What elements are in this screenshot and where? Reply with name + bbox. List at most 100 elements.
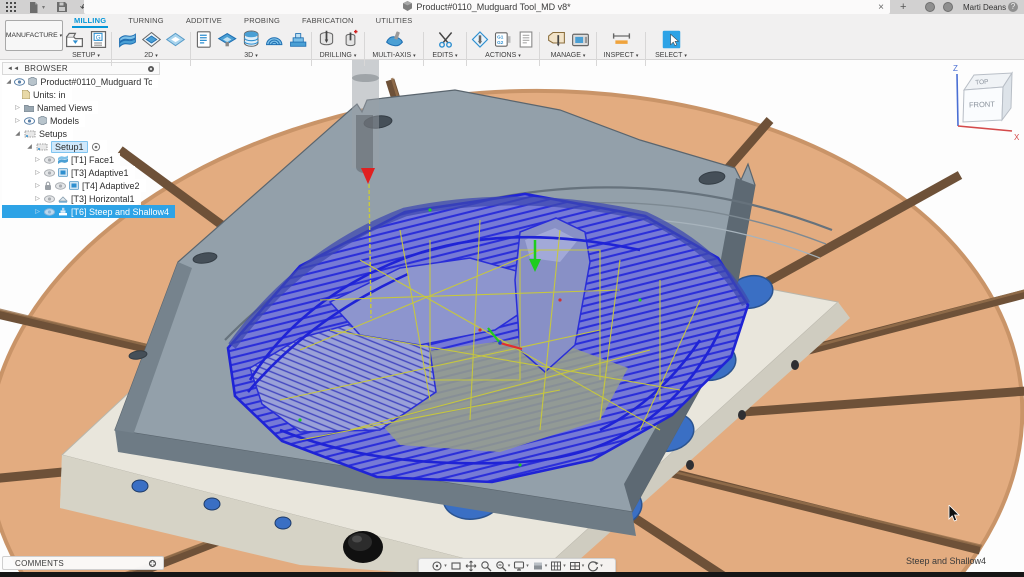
tree-item-models[interactable]: ▷ Models bbox=[2, 114, 86, 127]
fit-button[interactable] bbox=[449, 559, 463, 573]
new-setup-icon[interactable] bbox=[64, 29, 85, 50]
job-status-icon[interactable] bbox=[925, 2, 935, 12]
lock-icon bbox=[45, 181, 51, 190]
tab-utilities[interactable]: UTILITIES bbox=[374, 16, 415, 28]
group-label-multi-axis[interactable]: MULTI-AXIS ▾ bbox=[368, 52, 420, 59]
contour-3d-icon[interactable] bbox=[241, 29, 261, 50]
select-icon[interactable] bbox=[661, 29, 682, 50]
workspace-selector[interactable]: MANUFACTURE ▾ bbox=[5, 20, 63, 51]
save-icon[interactable] bbox=[55, 1, 68, 13]
browser-options-icon[interactable] bbox=[147, 65, 155, 73]
ribbon-tabs: MILLING TURNING ADDITIVE PROBING FABRICA… bbox=[72, 16, 414, 28]
face-milling-icon[interactable] bbox=[117, 29, 138, 50]
visual-style-button[interactable]: ▾ bbox=[531, 559, 549, 573]
x-axis-label: X bbox=[1014, 133, 1020, 142]
help-icon[interactable]: ? bbox=[1008, 2, 1018, 12]
pan-button[interactable] bbox=[464, 559, 478, 573]
tree-item-face1[interactable]: ▷ [T1] Face1 bbox=[2, 153, 121, 166]
visibility-eye-off-icon[interactable] bbox=[44, 207, 55, 216]
view-cube-top-label: TOP bbox=[975, 79, 989, 87]
x-axis-line bbox=[957, 125, 1013, 132]
tool-library-icon[interactable] bbox=[546, 29, 567, 50]
tree-item-units[interactable]: Units: in bbox=[2, 88, 72, 101]
tab-milling[interactable]: MILLING bbox=[72, 16, 109, 28]
tree-item-label: [T6] Steep and Shallow4 bbox=[71, 206, 170, 217]
machine-icon[interactable] bbox=[570, 29, 591, 50]
visibility-eye-icon[interactable] bbox=[14, 77, 26, 86]
tree-item-label: Product#0110_Mudguard Tool_MD... bbox=[40, 76, 152, 87]
tab-additive[interactable]: ADDITIVE bbox=[184, 16, 224, 28]
view-cube[interactable]: Z X TOP FRONT bbox=[944, 62, 1022, 144]
setup-sheet-icon[interactable] bbox=[516, 29, 536, 50]
group-label-inspect[interactable]: INSPECT ▾ bbox=[600, 52, 642, 59]
adaptive-clearing-icon[interactable] bbox=[194, 29, 214, 50]
visibility-eye-off-icon[interactable] bbox=[55, 181, 66, 190]
visibility-eye-off-icon[interactable] bbox=[44, 155, 55, 164]
viewports-button[interactable]: ▾ bbox=[568, 559, 586, 573]
notifications-icon[interactable] bbox=[943, 2, 953, 12]
user-name[interactable]: Marti Deans bbox=[963, 0, 1006, 14]
tree-item-adaptive2[interactable]: ▷ [T4] Adaptive2 bbox=[2, 179, 146, 192]
group-label-setup[interactable]: SETUP ▾ bbox=[63, 52, 109, 59]
edits-scissors-icon[interactable] bbox=[435, 29, 456, 50]
tree-item-named-views[interactable]: ▷ Named Views bbox=[2, 101, 99, 114]
visibility-eye-off-icon[interactable] bbox=[44, 168, 55, 177]
setup-icon bbox=[36, 143, 48, 151]
inspect-measure-icon[interactable] bbox=[611, 29, 632, 50]
active-operation-label: Steep and Shallow4 bbox=[905, 556, 986, 566]
pocket-2d-icon[interactable] bbox=[141, 29, 162, 50]
tree-item-adaptive1[interactable]: ▷ [T3] Adaptive1 bbox=[2, 166, 135, 179]
tab-turning[interactable]: TURNING bbox=[126, 16, 166, 28]
collapse-panel-icon[interactable]: ◄◄ bbox=[7, 66, 19, 72]
z-axis-line bbox=[956, 73, 959, 127]
document-tab[interactable]: Product#0110_Mudguard Tool_MD v8* × bbox=[84, 0, 890, 14]
simulate-icon[interactable] bbox=[470, 29, 490, 50]
turntable-button[interactable]: ▾ bbox=[586, 559, 604, 573]
drill-icon[interactable] bbox=[316, 29, 337, 50]
thread-milling-icon[interactable] bbox=[340, 29, 361, 50]
comments-options-icon[interactable] bbox=[148, 559, 157, 568]
multi-axis-icon[interactable] bbox=[384, 29, 405, 50]
group-label-select[interactable]: SELECT ▾ bbox=[649, 52, 693, 59]
tree-item-label: [T3] Horizontal1 bbox=[71, 193, 135, 204]
group-label-2d[interactable]: 2D ▾ bbox=[115, 52, 187, 59]
grid-snaps-button[interactable]: ▾ bbox=[549, 559, 567, 573]
visibility-eye-icon[interactable] bbox=[24, 116, 35, 125]
tab-probing[interactable]: PROBING bbox=[242, 16, 282, 28]
comments-panel[interactable]: COMMENTS bbox=[2, 556, 164, 570]
browser-title: BROWSER bbox=[24, 64, 68, 73]
visibility-eye-off-icon[interactable] bbox=[44, 194, 55, 203]
tree-item-setup1[interactable]: ◢ Setup1 bbox=[2, 140, 107, 153]
group-label-edits[interactable]: EDITS ▾ bbox=[427, 52, 463, 59]
tree-item-horizontal1[interactable]: ▷ [T3] Horizontal1 bbox=[2, 192, 141, 205]
post-process-icon[interactable]: G1G2 bbox=[493, 29, 513, 50]
file-menu-icon[interactable] bbox=[27, 1, 40, 13]
nc-program-icon[interactable]: G bbox=[88, 29, 109, 50]
tree-item-label: [T1] Face1 bbox=[71, 154, 115, 165]
tree-item-label: Setup1 bbox=[51, 140, 88, 153]
tab-fabrication[interactable]: FABRICATION bbox=[300, 16, 356, 28]
tree-item-setups[interactable]: ◢ Setups bbox=[2, 127, 74, 140]
orbit-button[interactable]: ▾ bbox=[430, 559, 448, 573]
slot-milling-icon[interactable] bbox=[165, 29, 186, 50]
file-menu-caret-icon[interactable]: ▾ bbox=[42, 4, 45, 11]
activate-setup-icon[interactable] bbox=[91, 142, 101, 152]
close-tab-icon[interactable]: × bbox=[878, 0, 884, 14]
group-label-actions[interactable]: ACTIONS ▾ bbox=[470, 52, 536, 59]
document-title: Product#0110_Mudguard Tool_MD v8* bbox=[416, 2, 571, 12]
steep-shallow-operation-icon bbox=[59, 207, 67, 216]
pocket-clearing-icon[interactable] bbox=[217, 29, 238, 50]
zoom-window-button[interactable]: ▾ bbox=[494, 559, 512, 573]
group-label-drilling[interactable]: DRILLING ▾ bbox=[315, 52, 361, 59]
tree-item-root-component[interactable]: ◢ Product#0110_Mudguard Tool_MD... bbox=[2, 75, 158, 88]
zoom-button[interactable] bbox=[479, 559, 493, 573]
app-grid-icon[interactable] bbox=[4, 1, 17, 13]
group-label-3d[interactable]: 3D ▾ bbox=[194, 52, 308, 59]
group-label-manage[interactable]: MANAGE ▾ bbox=[543, 52, 593, 59]
tree-item-steep-and-shallow4[interactable]: ▷ [T6] Steep and Shallow4 bbox=[2, 205, 176, 218]
display-settings-button[interactable]: ▾ bbox=[512, 559, 530, 573]
morphed-spiral-icon[interactable] bbox=[264, 29, 284, 50]
component-icon bbox=[38, 116, 47, 125]
new-tab-icon[interactable]: + bbox=[900, 0, 906, 14]
steep-and-shallow-icon[interactable] bbox=[288, 29, 308, 50]
